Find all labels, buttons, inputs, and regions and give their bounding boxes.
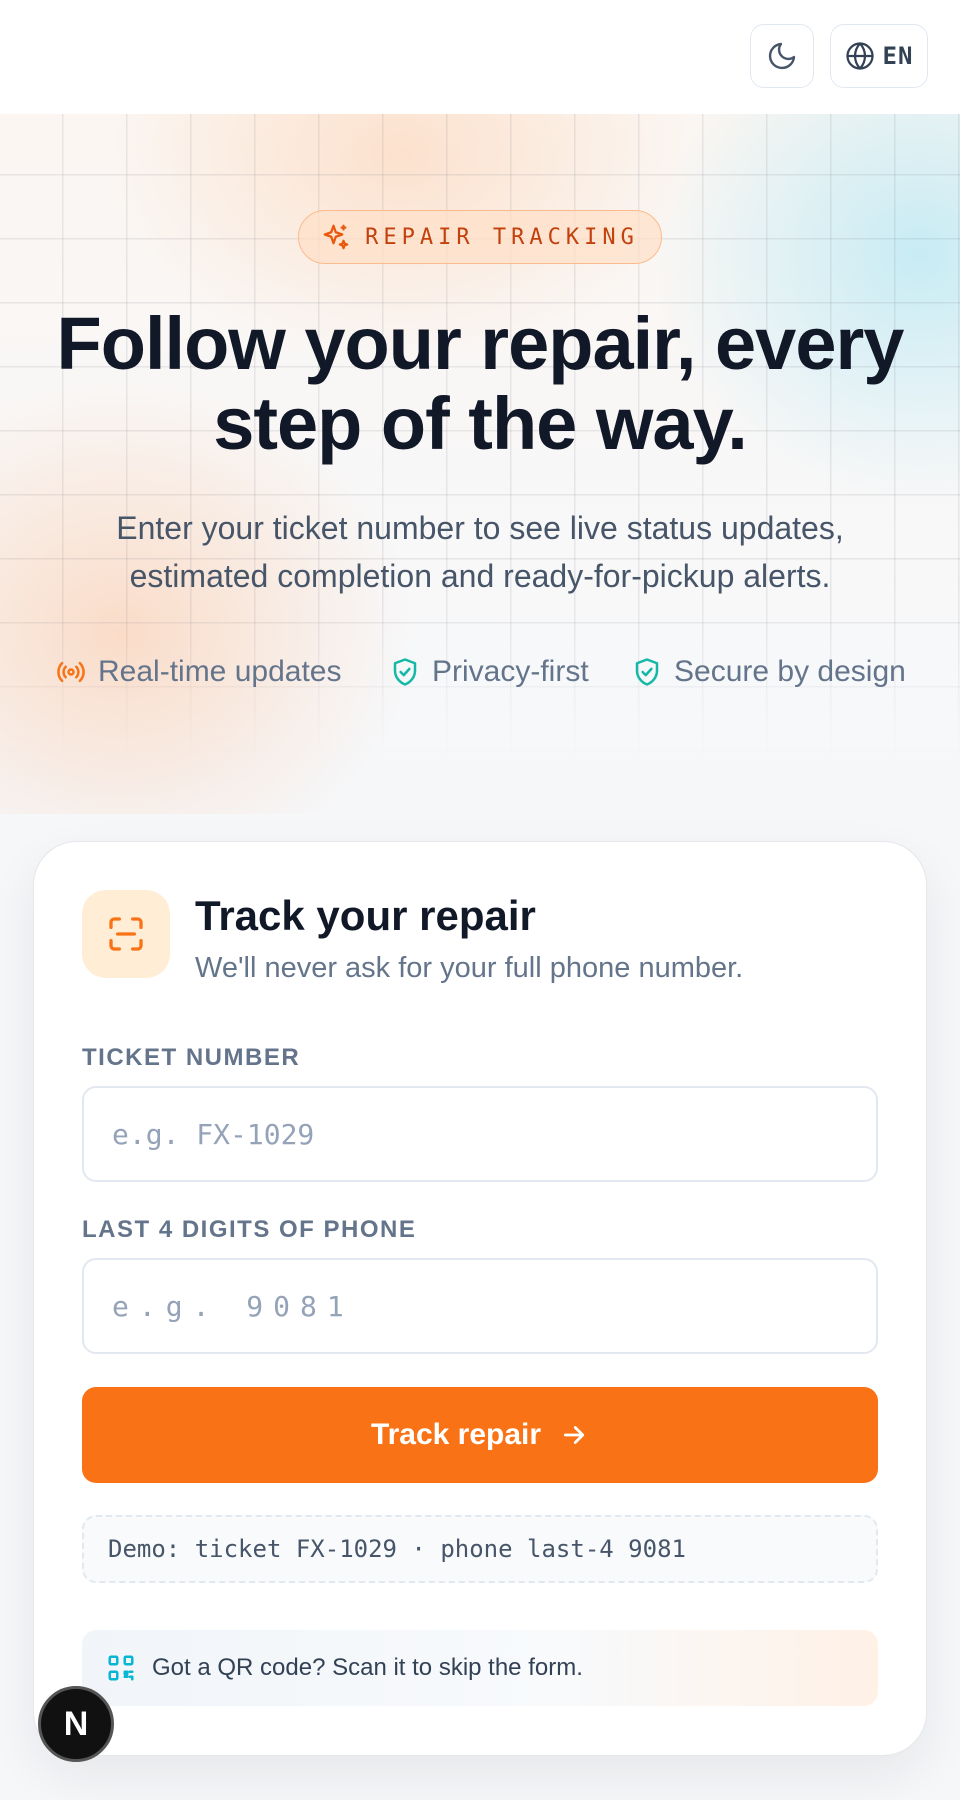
feature-label: Privacy-first (432, 655, 589, 688)
card-icon-tile (82, 890, 170, 978)
demo-hint: Demo: ticket FX-1029 · phone last-4 9081 (82, 1515, 878, 1583)
feature-privacy: Privacy-first (390, 648, 589, 696)
arrow-right-icon (563, 1426, 585, 1444)
qr-code-icon (108, 1655, 134, 1681)
qr-hint-banner[interactable]: Got a QR code? Scan it to skip the form. (82, 1630, 878, 1706)
card-title: Track your repair (195, 892, 536, 939)
headline-line-2: step of the way. (213, 382, 748, 465)
phone-last4-label: LAST 4 DIGITS OF PHONE (82, 1216, 417, 1243)
language-button[interactable]: EN (830, 24, 928, 88)
feature-label: Real-time updates (98, 655, 342, 688)
sparkles-icon (323, 224, 349, 250)
headline-line-1: Follow your repair, every (56, 302, 905, 385)
subtext-line-2: estimated completion and ready-for-picku… (129, 558, 831, 594)
dev-tools-badge[interactable]: N (38, 1686, 114, 1762)
page-headline: Follow your repair, every step of the wa… (40, 304, 920, 464)
feature-list: Real-time updates Privacy-first Secure b… (0, 648, 960, 696)
theme-toggle-button[interactable] (750, 24, 814, 88)
feature-label: Secure by design (674, 655, 906, 688)
qr-hint-text: Got a QR code? Scan it to skip the form. (152, 1654, 583, 1681)
language-label: EN (882, 42, 914, 70)
track-repair-label: Track repair (370, 1418, 542, 1451)
shield-check-icon (635, 658, 659, 686)
top-bar: EN (0, 0, 960, 114)
moon-icon (768, 42, 796, 70)
card-subtitle: We'll never ask for your full phone numb… (195, 952, 744, 984)
feature-realtime: Real-time updates (56, 648, 341, 696)
track-repair-button[interactable]: Track repair (82, 1387, 878, 1483)
feature-secure: Secure by design (632, 648, 906, 696)
ticket-number-label: TICKET NUMBER (82, 1044, 301, 1071)
globe-icon (845, 42, 874, 70)
scan-icon (109, 917, 143, 951)
broadcast-icon (57, 661, 85, 683)
hero-subtext: Enter your ticket number to see live sta… (60, 504, 900, 600)
shield-check-icon (393, 658, 417, 686)
subtext-line-1: Enter your ticket number to see live sta… (116, 510, 844, 546)
hero-section: REPAIR TRACKING Follow your repair, ever… (0, 114, 960, 814)
phone-last4-input[interactable] (82, 1258, 878, 1354)
track-repair-card: Track your repair We'll never ask for yo… (33, 841, 927, 1756)
ticket-number-input[interactable] (82, 1086, 878, 1182)
badge-label: REPAIR TRACKING (365, 224, 639, 250)
section-badge: REPAIR TRACKING (298, 210, 662, 264)
